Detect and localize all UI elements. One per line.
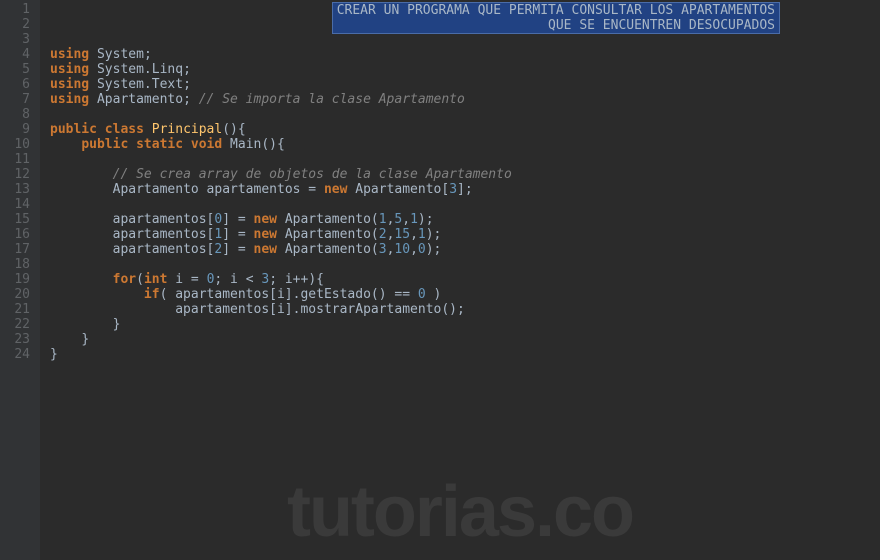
header-comment-block: CREAR UN PROGRAMA QUE PERMITA CONSULTAR …: [332, 2, 780, 34]
code-line: [50, 257, 880, 272]
line-number: 5: [0, 62, 30, 77]
header-comment-line1: CREAR UN PROGRAMA QUE PERMITA CONSULTAR …: [337, 3, 775, 18]
line-number: 21: [0, 302, 30, 317]
code-line: Apartamento apartamentos = new Apartamen…: [50, 182, 880, 197]
code-line: [50, 32, 880, 47]
line-number: 15: [0, 212, 30, 227]
line-number: 19: [0, 272, 30, 287]
code-line: public class Principal(){: [50, 122, 880, 137]
line-gutter: 123456789101112131415161718192021222324: [0, 0, 40, 560]
code-line: [50, 107, 880, 122]
line-number: 8: [0, 107, 30, 122]
line-number: 20: [0, 287, 30, 302]
code-line: }: [50, 347, 880, 362]
line-number: 17: [0, 242, 30, 257]
code-line: for(int i = 0; i < 3; i++){: [50, 272, 880, 287]
line-number: 14: [0, 197, 30, 212]
line-number: 16: [0, 227, 30, 242]
code-area[interactable]: CREAR UN PROGRAMA QUE PERMITA CONSULTAR …: [40, 0, 880, 560]
line-number: 7: [0, 92, 30, 107]
line-number: 6: [0, 77, 30, 92]
code-line: if( apartamentos[i].getEstado() == 0 ): [50, 287, 880, 302]
line-number: 4: [0, 47, 30, 62]
code-line: apartamentos[1] = new Apartamento(2,15,1…: [50, 227, 880, 242]
line-number: 18: [0, 257, 30, 272]
code-line: using Apartamento; // Se importa la clas…: [50, 92, 880, 107]
code-line: using System;: [50, 47, 880, 62]
line-number: 9: [0, 122, 30, 137]
line-number: 13: [0, 182, 30, 197]
code-line: apartamentos[2] = new Apartamento(3,10,0…: [50, 242, 880, 257]
watermark-text: tutorias.co: [287, 505, 633, 520]
code-line: using System.Text;: [50, 77, 880, 92]
header-comment-line2: QUE SE ENCUENTREN DESOCUPADOS: [337, 18, 775, 33]
code-editor: 123456789101112131415161718192021222324 …: [0, 0, 880, 560]
code-line: }: [50, 317, 880, 332]
code-line: apartamentos[i].mostrarApartamento();: [50, 302, 880, 317]
code-line: [50, 152, 880, 167]
line-number: 10: [0, 137, 30, 152]
code-line: apartamentos[0] = new Apartamento(1,5,1)…: [50, 212, 880, 227]
line-number: 11: [0, 152, 30, 167]
line-number: 23: [0, 332, 30, 347]
line-number: 24: [0, 347, 30, 362]
code-line: }: [50, 332, 880, 347]
line-number: 12: [0, 167, 30, 182]
line-number: 2: [0, 17, 30, 32]
code-line: public static void Main(){: [50, 137, 880, 152]
line-number: 22: [0, 317, 30, 332]
code-line: [50, 197, 880, 212]
code-line: // Se crea array de objetos de la clase …: [50, 167, 880, 182]
line-number: 1: [0, 2, 30, 17]
code-line: using System.Linq;: [50, 62, 880, 77]
line-number: 3: [0, 32, 30, 47]
